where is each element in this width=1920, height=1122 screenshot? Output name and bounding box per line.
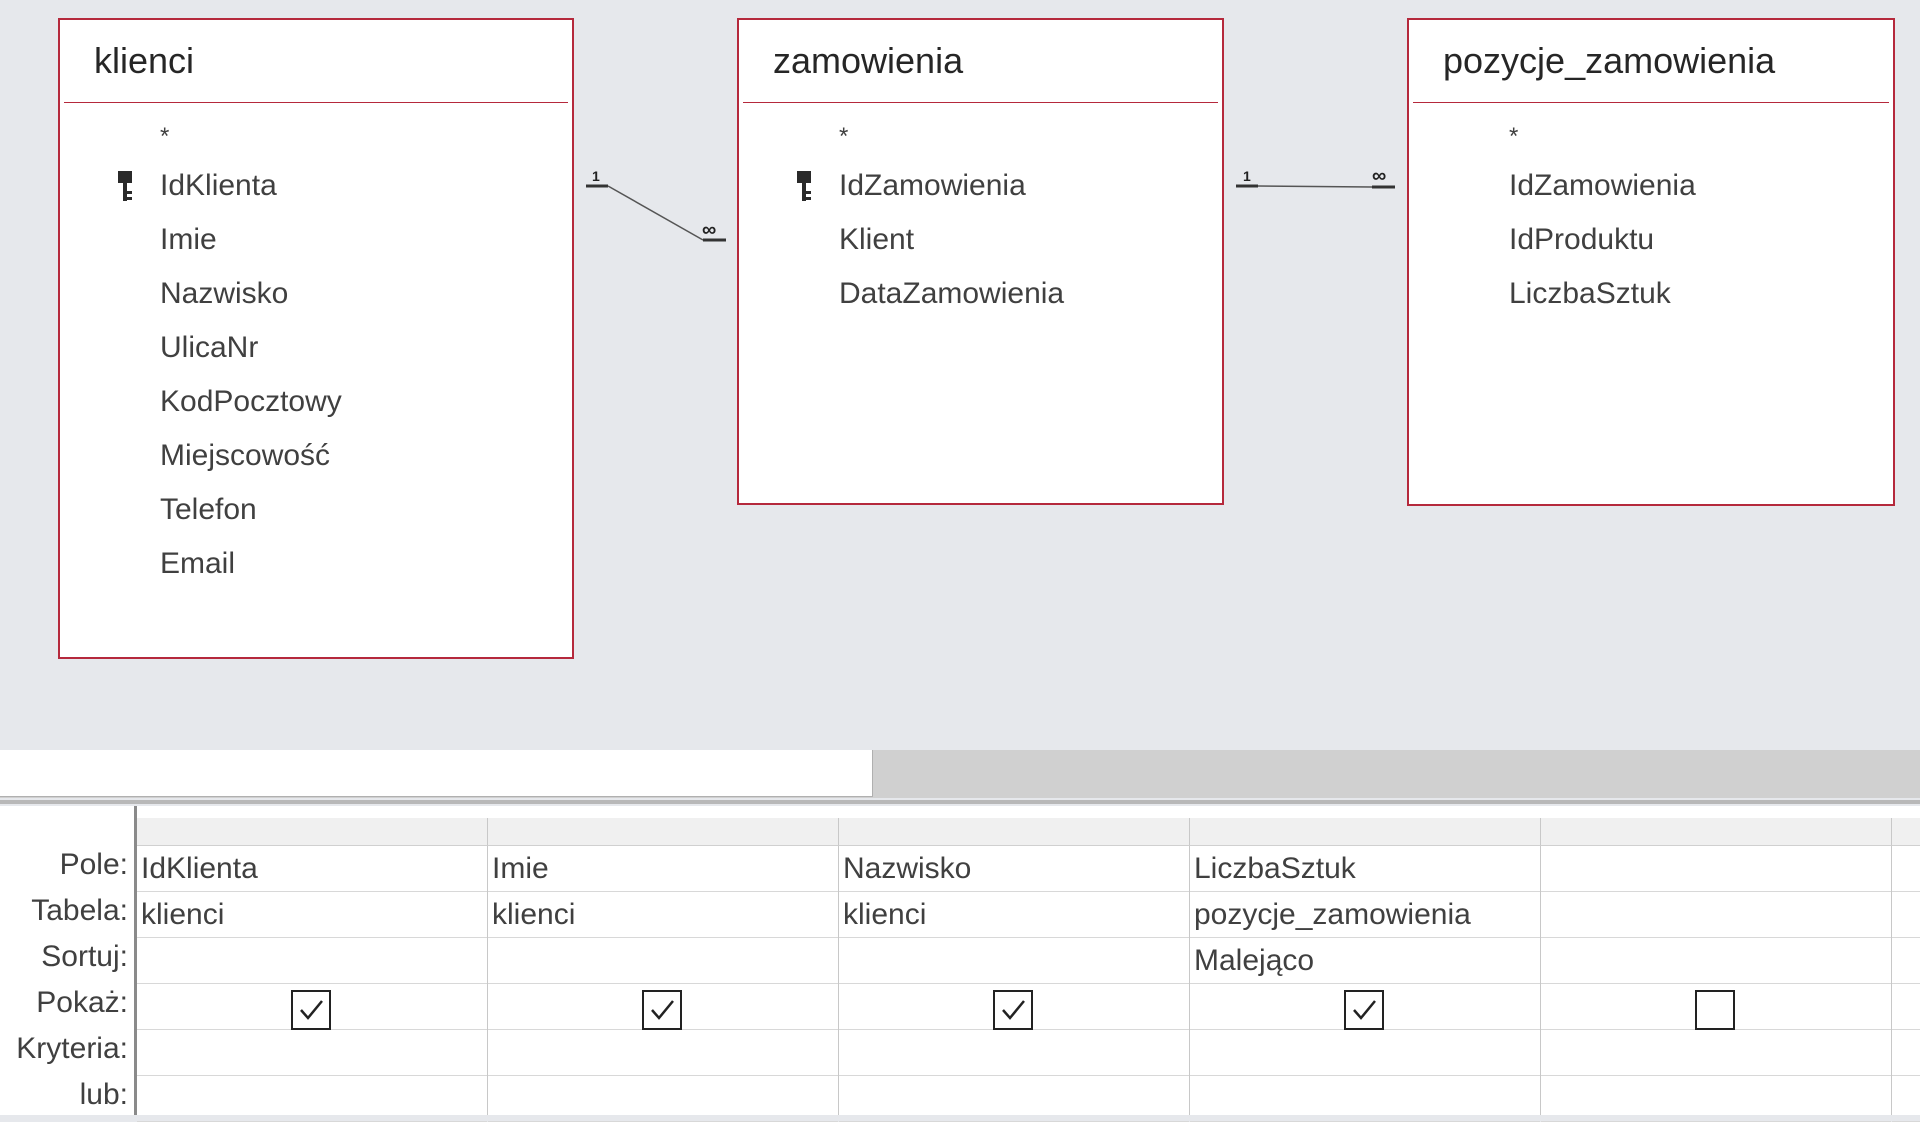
grid-row-labels: Pole: Tabela: Sortuj: Pokaż: Kryteria: l… [0,806,137,1115]
checkmark-icon [300,1000,323,1020]
cell-tabela[interactable]: klienci [839,892,1189,938]
cell-tabela[interactable]: klienci [137,892,487,938]
show-checkbox[interactable] [291,990,331,1030]
cell-pokaz [488,984,838,1030]
relationship-one-label: 1 [1243,168,1251,184]
cell-lub[interactable] [137,1076,487,1122]
relationship-many-label: ∞ [1372,165,1386,187]
row-label-pokaz: Pokaż: [36,986,128,1019]
cell-sortuj[interactable] [488,938,838,984]
cell-pokaz [1190,984,1540,1030]
grid-column: Imie klienci [488,846,839,1122]
relationship-many-label: ∞ [702,219,716,241]
checkmark-icon [1002,1000,1025,1020]
checkmark-icon [1353,1000,1376,1020]
relationship-one-label: 1 [592,168,600,184]
column-selector[interactable] [1541,818,1892,846]
row-label-tabela: Tabela: [31,894,128,927]
cell-pokaz [1541,984,1891,1030]
relationship-zamowienia-pozycje[interactable]: 1 ∞ [1236,165,1395,189]
cell-lub[interactable] [839,1076,1189,1122]
row-label-sortuj: Sortuj: [41,940,128,973]
cell-lub[interactable] [1892,1076,1920,1122]
grid-column: IdKlienta klienci [137,846,488,1122]
cell-kryteria[interactable] [1541,1030,1891,1076]
cell-tabela[interactable]: pozycje_zamowienia [1190,892,1540,938]
grid-column [1892,846,1920,1122]
cell-pole[interactable] [1892,846,1920,892]
row-label-kryteria: Kryteria: [16,1032,128,1065]
cell-kryteria[interactable] [1190,1030,1540,1076]
cell-pole[interactable]: Nazwisko [839,846,1189,892]
row-label-pole: Pole: [59,848,128,881]
cell-kryteria[interactable] [1892,1030,1920,1076]
column-selector[interactable] [839,818,1190,846]
cell-tabela[interactable] [1541,892,1891,938]
grid-column: Nazwisko klienci [839,846,1190,1122]
cell-lub[interactable] [1190,1076,1540,1122]
cell-pokaz [839,984,1189,1030]
cell-pole[interactable] [1541,846,1891,892]
show-checkbox[interactable] [1344,990,1384,1030]
query-design-grid: Pole: Tabela: Sortuj: Pokaż: Kryteria: l… [0,806,1920,1122]
cell-kryteria[interactable] [488,1030,838,1076]
cell-tabela[interactable]: klienci [488,892,838,938]
cell-sortuj[interactable] [137,938,487,984]
cell-sortuj[interactable] [1892,938,1920,984]
column-selector[interactable] [1892,818,1920,846]
row-label-lub: lub: [79,1078,128,1111]
cell-lub[interactable] [1541,1076,1891,1122]
cell-sortuj[interactable]: Malejąco [1190,938,1540,984]
show-checkbox[interactable] [993,990,1033,1030]
checkmark-icon [651,1000,674,1020]
show-checkbox[interactable] [1695,990,1735,1030]
cell-kryteria[interactable] [137,1030,487,1076]
cell-sortuj[interactable] [1541,938,1891,984]
column-selector[interactable] [1190,818,1541,846]
cell-kryteria[interactable] [839,1030,1189,1076]
cell-tabela[interactable] [1892,892,1920,938]
cell-pole[interactable]: LiczbaSztuk [1190,846,1540,892]
design-grid-columns: IdKlienta klienci Imie klienci Nazwisko … [137,818,1920,1122]
grid-column: LiczbaSztuk pozycje_zamowienia Malejąco [1190,846,1541,1122]
column-selector[interactable] [488,818,839,846]
column-selector[interactable] [137,818,488,846]
cell-pokaz [137,984,487,1030]
pane-splitter[interactable] [0,750,1920,804]
relationship-lines: 1 ∞ 1 ∞ [586,165,1395,242]
cell-lub[interactable] [488,1076,838,1122]
show-checkbox[interactable] [642,990,682,1030]
splitter-divider[interactable] [0,800,1920,804]
relationship-klienci-zamowienia[interactable]: 1 ∞ [586,168,726,242]
grid-column [1541,846,1892,1122]
cell-pokaz[interactable] [1892,984,1920,1030]
horizontal-scrollbar-track[interactable] [0,750,873,797]
cell-pole[interactable]: Imie [488,846,838,892]
cell-pole[interactable]: IdKlienta [137,846,487,892]
query-design-area: klienci * IdKlienta Imie Nazwisko UlicaN… [0,0,1920,750]
cell-sortuj[interactable] [839,938,1189,984]
